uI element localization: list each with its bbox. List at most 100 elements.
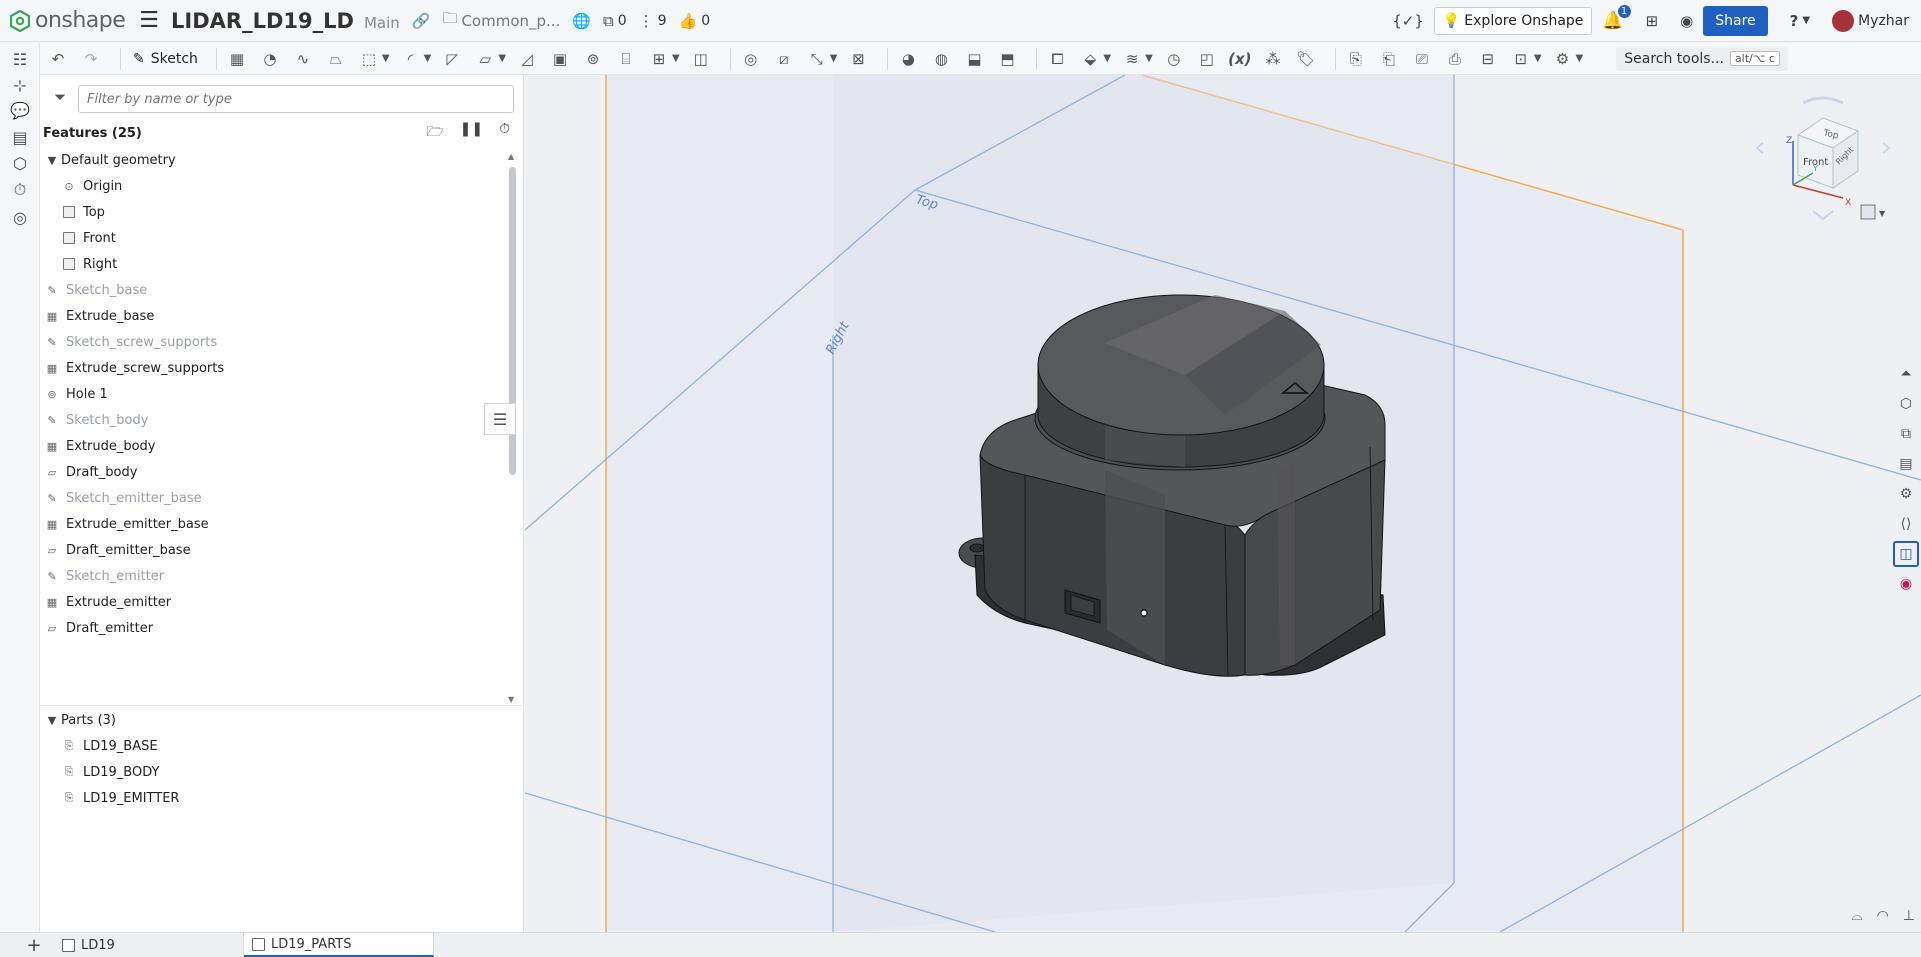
chevron-down-icon[interactable]: ▼ xyxy=(1103,53,1111,64)
view-arc-icon[interactable]: ◠ xyxy=(1877,908,1889,924)
modify-fillet-icon[interactable]: ◕ xyxy=(896,47,920,71)
history-icon[interactable]: ⏱ xyxy=(8,178,32,202)
search-tools-button[interactable]: Search tools... alt/⌥ c xyxy=(1616,46,1788,71)
move-face-icon[interactable]: ⬓ xyxy=(962,47,986,71)
draft-icon[interactable]: ▱ xyxy=(473,47,497,71)
custom-features-icon[interactable]: ⚙ xyxy=(1551,47,1575,71)
replace-face-icon[interactable]: ⬒ xyxy=(995,47,1019,71)
feature-sketch-emitter-base[interactable]: ✎ Sketch_emitter_base xyxy=(40,485,506,511)
chevron-down-icon[interactable]: ▼ xyxy=(1534,53,1542,64)
scroll-down-icon[interactable]: ▼ xyxy=(508,695,514,704)
tab-ld19[interactable]: LD19 xyxy=(54,933,244,957)
rotate-left-icon[interactable] xyxy=(1755,142,1764,154)
helix-icon[interactable]: ≋ xyxy=(1120,47,1144,71)
bom-icon[interactable]: ⬡ xyxy=(1893,391,1919,417)
branch-label[interactable]: Main xyxy=(364,14,400,32)
insert-icon[interactable]: ⊹ xyxy=(8,73,32,97)
tree-group-parts[interactable]: ▼ Parts (3) xyxy=(40,707,524,733)
mass-properties-icon[interactable]: ⧉ xyxy=(1893,421,1919,447)
public-globe-icon[interactable]: 🌐 xyxy=(572,12,591,30)
menu-icon[interactable]: ☰ xyxy=(139,8,159,33)
section-tool-icon[interactable]: ⌓ xyxy=(1852,908,1863,924)
versions-button[interactable]: ⧉ 0 xyxy=(603,12,627,30)
rotate-arc-icon[interactable] xyxy=(1802,96,1844,105)
transform-icon[interactable]: ⤡ xyxy=(805,47,829,71)
extrude-icon[interactable]: ▦ xyxy=(225,47,249,71)
rotate-down-icon[interactable] xyxy=(1812,210,1834,221)
boolean-icon[interactable]: ◎ xyxy=(739,47,763,71)
panel-collapse-toggle[interactable]: ☰ xyxy=(484,403,516,435)
tree-item-front-plane[interactable]: Front xyxy=(40,225,506,251)
chevron-down-icon[interactable]: ▼ xyxy=(1145,53,1153,64)
mirror-icon[interactable]: ◫ xyxy=(689,47,713,71)
appearance-icon[interactable]: ⬡ xyxy=(8,151,32,175)
variable-icon[interactable]: (x) xyxy=(1228,47,1252,71)
plane-icon[interactable]: ⧠ xyxy=(1045,47,1069,71)
sketch-button[interactable]: ✎ Sketch xyxy=(133,51,198,67)
chevron-down-icon[interactable]: ▼ xyxy=(43,154,61,167)
thicken-icon[interactable]: ⬚ xyxy=(357,47,381,71)
sheet-flange-icon[interactable]: ⎗ xyxy=(1377,47,1401,71)
like-button[interactable]: 👍 0 xyxy=(679,12,711,30)
chevron-down-icon[interactable]: ▼ xyxy=(1879,209,1886,218)
view-cube[interactable]: Top Front Right Z X Y ▼ xyxy=(1753,93,1893,243)
redo-icon[interactable]: ↷ xyxy=(79,47,103,71)
feature-sketch-base[interactable]: ✎ Sketch_base xyxy=(40,277,506,303)
chevron-down-icon[interactable]: ▼ xyxy=(424,53,432,64)
document-title[interactable]: LIDAR_LD19_LD xyxy=(171,9,354,33)
notifications-bell[interactable]: 🔔 1 xyxy=(1602,4,1631,31)
tree-item-origin[interactable]: ⊙ Origin xyxy=(40,173,506,199)
apps-grid-icon[interactable]: ⊞ xyxy=(1646,12,1659,30)
mate-connector-icon[interactable]: ⬙ xyxy=(1078,47,1102,71)
feature-draft-body[interactable]: ▱ Draft_body xyxy=(40,459,506,485)
link-icon[interactable]: 🔗 xyxy=(412,12,431,30)
feature-sketch-body[interactable]: ✎ Sketch_body xyxy=(40,407,506,433)
chevron-down-icon[interactable]: ▼ xyxy=(830,53,838,64)
rib-icon[interactable]: ◿ xyxy=(515,47,539,71)
chevron-down-icon[interactable]: ▼ xyxy=(498,53,506,64)
help-button[interactable]: ? ▼ xyxy=(1790,12,1810,30)
comments-icon[interactable]: 💬 xyxy=(8,98,32,122)
tree-group-default-geometry[interactable]: ▼ Default geometry xyxy=(40,147,506,173)
shell-icon[interactable]: ▣ xyxy=(548,47,572,71)
feature-sketch-emitter[interactable]: ✎ Sketch_emitter xyxy=(40,563,506,589)
measure-tool-icon[interactable]: ⊥ xyxy=(1903,908,1915,924)
tree-item-right-plane[interactable]: Right xyxy=(40,251,506,277)
app-integration-icon[interactable]: ◉ xyxy=(1893,571,1919,597)
explore-onshape-button[interactable]: 💡 Explore Onshape xyxy=(1433,6,1593,35)
render-icon[interactable]: ⏶ xyxy=(1893,361,1919,387)
part-item-body[interactable]: ⎘ LD19_BODY xyxy=(40,759,524,785)
user-menu[interactable]: Myzhar xyxy=(1832,9,1909,32)
chevron-down-icon[interactable]: ▼ xyxy=(672,53,680,64)
section-view-icon[interactable]: ◰ xyxy=(1195,47,1219,71)
add-tab-button[interactable]: + xyxy=(14,933,54,957)
tab-ld19-parts[interactable]: LD19_PARTS xyxy=(244,933,434,957)
pause-icon[interactable]: ❚❚ xyxy=(460,121,483,145)
feature-draft-emitter[interactable]: ▱ Draft_emitter xyxy=(40,615,506,641)
feature-sketch-screw-supports[interactable]: ✎ Sketch_screw_supports xyxy=(40,329,506,355)
tree-item-top-plane[interactable]: Top xyxy=(40,199,506,225)
undo-icon[interactable]: ↶ xyxy=(46,47,70,71)
sweep-icon[interactable]: ∿ xyxy=(291,47,315,71)
composite-part-icon[interactable]: ⁂ xyxy=(1261,47,1285,71)
feature-extrude-body[interactable]: ▦ Extrude_body xyxy=(40,433,506,459)
onshape-logo[interactable]: onshape xyxy=(10,8,126,33)
configurations-icon[interactable]: ▤ xyxy=(8,125,32,149)
variables-panel-icon[interactable]: ⟨⟩ xyxy=(1893,511,1919,537)
chevron-down-icon[interactable]: ▼ xyxy=(1576,53,1584,64)
loft-icon[interactable]: ⏢ xyxy=(324,47,348,71)
feature-hole-1[interactable]: ⊚ Hole 1 xyxy=(40,381,506,407)
part-item-emitter[interactable]: ⎘ LD19_EMITTER xyxy=(40,785,524,811)
stopwatch-icon[interactable]: ⏱ xyxy=(499,121,510,145)
folder-link[interactable]: 🗀 Common_p... xyxy=(442,8,560,33)
properties-icon[interactable]: ▤ xyxy=(1893,451,1919,477)
feature-extrude-emitter[interactable]: ▦ Extrude_emitter xyxy=(40,589,506,615)
thread-icon[interactable]: ⌸ xyxy=(614,47,638,71)
graphics-viewport[interactable]: Top Right Top Front Right Z X Y ▼ ⏶ ⬡ ⧉ … xyxy=(525,75,1921,932)
filter-input[interactable] xyxy=(78,85,514,113)
frame-icon[interactable]: ⊟ xyxy=(1476,47,1500,71)
chevron-down-icon[interactable]: ▼ xyxy=(43,714,61,727)
sheet-metal-icon[interactable]: ⎘ xyxy=(1344,47,1368,71)
sheet-tab-icon[interactable]: ⎚ xyxy=(1410,47,1434,71)
revolve-icon[interactable]: ◔ xyxy=(258,47,282,71)
